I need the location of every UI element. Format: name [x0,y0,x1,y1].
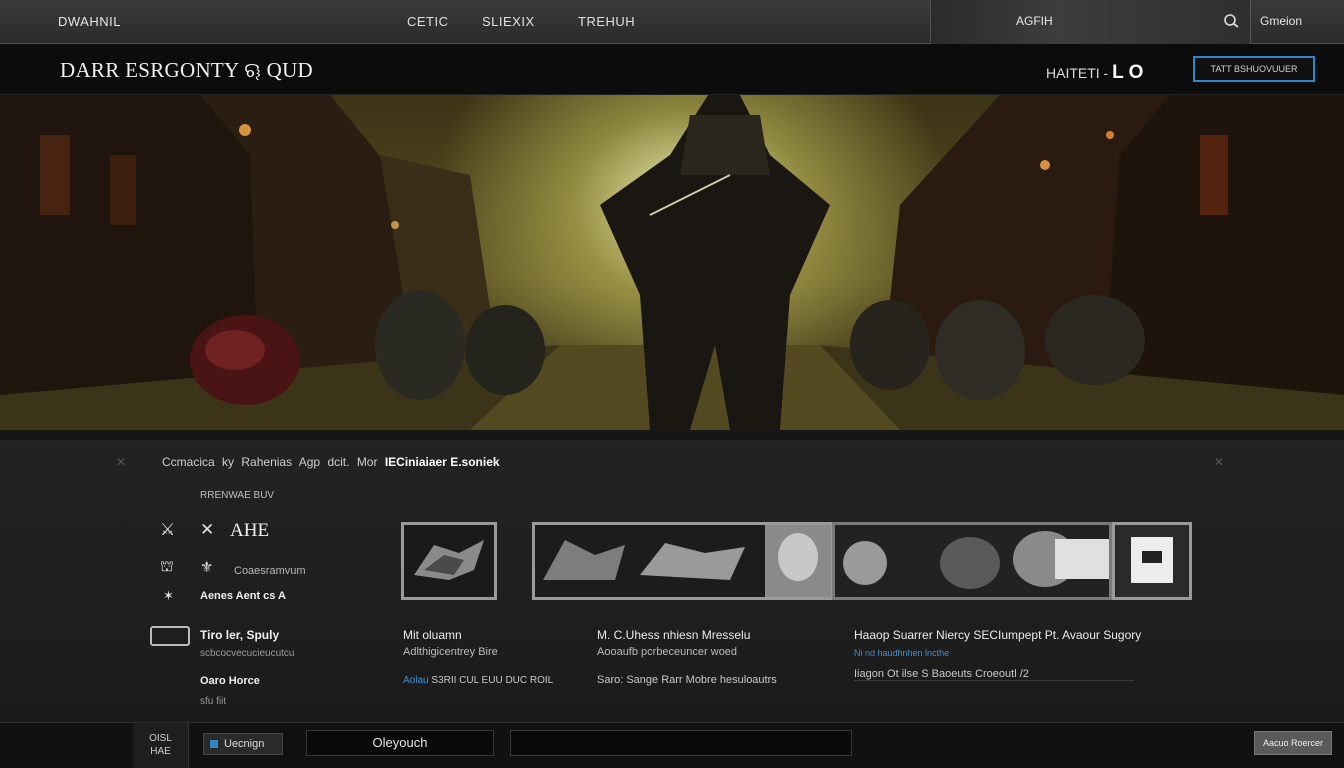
text-input[interactable] [510,730,852,756]
breadcrumb-item[interactable]: Mor [357,455,378,469]
breadcrumb-item[interactable]: Rahenias [241,455,292,469]
decorative-star-icon: ✕ [116,455,127,469]
header-counter: HAITETI - L O [1046,62,1143,84]
divider-line [854,680,1134,681]
site-logo[interactable]: DARR ESRGONTY ୠ QUD [60,58,313,83]
language-selector[interactable]: Uecnign [203,733,283,755]
page-label: OISL [149,733,172,744]
sidebar-section-sub: sfu fiit [200,696,227,707]
item-title[interactable]: M. C.Uhess nhiesn Mresselu [597,628,750,642]
page-indicator[interactable]: OISL HAE [133,723,189,768]
crossed-swords-icon[interactable]: ⚔ [160,520,175,540]
header-cta-button[interactable]: TATT BSHUOVUUER [1193,56,1315,82]
item-meta: Saro: Sange Rarr Mobre hesuloautrs [597,674,777,686]
item-meta-text: S3RII CUL EUU DUC ROIL [431,675,554,686]
item-subtitle: Ni nd haudhnhen lncthe [854,648,950,658]
search-icon[interactable] [1222,11,1242,31]
content-section: ✕ ✕ Ccmacica ky Rahenias Agp dcit. Mor I… [0,440,1344,722]
sidebar-section-title[interactable]: Oaro Horce [200,675,260,687]
thumbnail-strip[interactable] [832,522,1112,600]
counter-label: HAITETI - [1046,65,1109,81]
item-subtitle: Adlthigicentrey Bire [403,646,498,658]
sidebar-section-sub: scbcocvecucieucutcu [200,648,295,659]
flag-icon [210,740,218,749]
site-header: DARR ESRGONTY ୠ QUD HAITETI - L O TATT B… [0,44,1344,95]
nav-link-2[interactable]: SLIEXIX [482,14,535,29]
item-meta-prefix: Aolau [403,675,429,686]
sidebar-row-label[interactable]: Aenes Aent cs A [200,590,286,602]
breadcrumb-item[interactable]: Agp [299,455,320,469]
sidebar-title: AHE [230,520,270,541]
account-link[interactable]: AGFIH [1016,14,1053,28]
breadcrumb-item[interactable]: dcit. [327,455,349,469]
counter-value: L O [1112,62,1144,83]
page-number: HAE [150,746,171,757]
sidebar-row-text: Coaesramvum [234,565,306,577]
card-icon [150,626,190,646]
bottom-bar: OISL HAE Uecnign Oleyouch Aacuo Roercer [0,722,1344,768]
section-sub-label: RRENWAE BUV [200,490,275,501]
logo-suffix: ୠ QUD [244,58,314,82]
item-title[interactable]: Mit oluamn [403,628,462,642]
signin-link[interactable]: Gmeion [1260,14,1302,28]
sidebar-section-title[interactable]: Tiro ler, Spuly [200,628,279,642]
thumbnail[interactable] [401,522,497,600]
decorative-star-icon: ✕ [1214,455,1225,469]
breadcrumb-current: IECiniaiaer E.soniek [384,455,500,469]
corner-button[interactable]: Aacuo Roercer [1254,731,1332,755]
top-brand-link[interactable]: DWAHNIL [58,14,121,29]
thumbnail-strip[interactable] [532,522,834,600]
nav-divider [1250,0,1251,44]
emblem-icon[interactable]: ⚜ [200,558,213,576]
item-meta: Iiagon Ot ilse S Baoeuts Croeoutl /2 [854,668,1029,680]
breadcrumb-item[interactable]: Ccmacica [162,455,215,469]
dropdown-select[interactable]: Oleyouch [306,730,494,756]
language-label: Uecnign [224,738,265,750]
breadcrumb-item[interactable]: ky [222,455,234,469]
hero-artwork [0,95,1344,430]
logo-text: DARR ESRGONTY [60,58,239,82]
breadcrumb: Ccmacica ky Rahenias Agp dcit. Mor IECin… [162,455,504,469]
star-icon: ✶ [163,588,174,603]
item-title[interactable]: Haaop Suarrer Niercy SECIumpept Pt. Avao… [854,628,1141,642]
nav-link-3[interactable]: TREHUH [578,14,635,29]
close-icon[interactable]: ✕ [200,520,214,540]
item-subtitle: Aooaufb pcrbeceuncer woed [597,646,738,658]
castle-icon[interactable]: ⛫ [160,558,174,577]
top-right-panel [930,0,1250,44]
item-meta: Aolau S3RII CUL EUU DUC ROIL [403,675,553,686]
nav-link-1[interactable]: CETIC [407,14,449,29]
thumbnail[interactable] [1112,522,1192,600]
top-navigation: DWAHNIL CETIC SLIEXIX TREHUH AGFIH Gmeio… [0,0,1344,44]
hero-banner[interactable] [0,95,1344,430]
